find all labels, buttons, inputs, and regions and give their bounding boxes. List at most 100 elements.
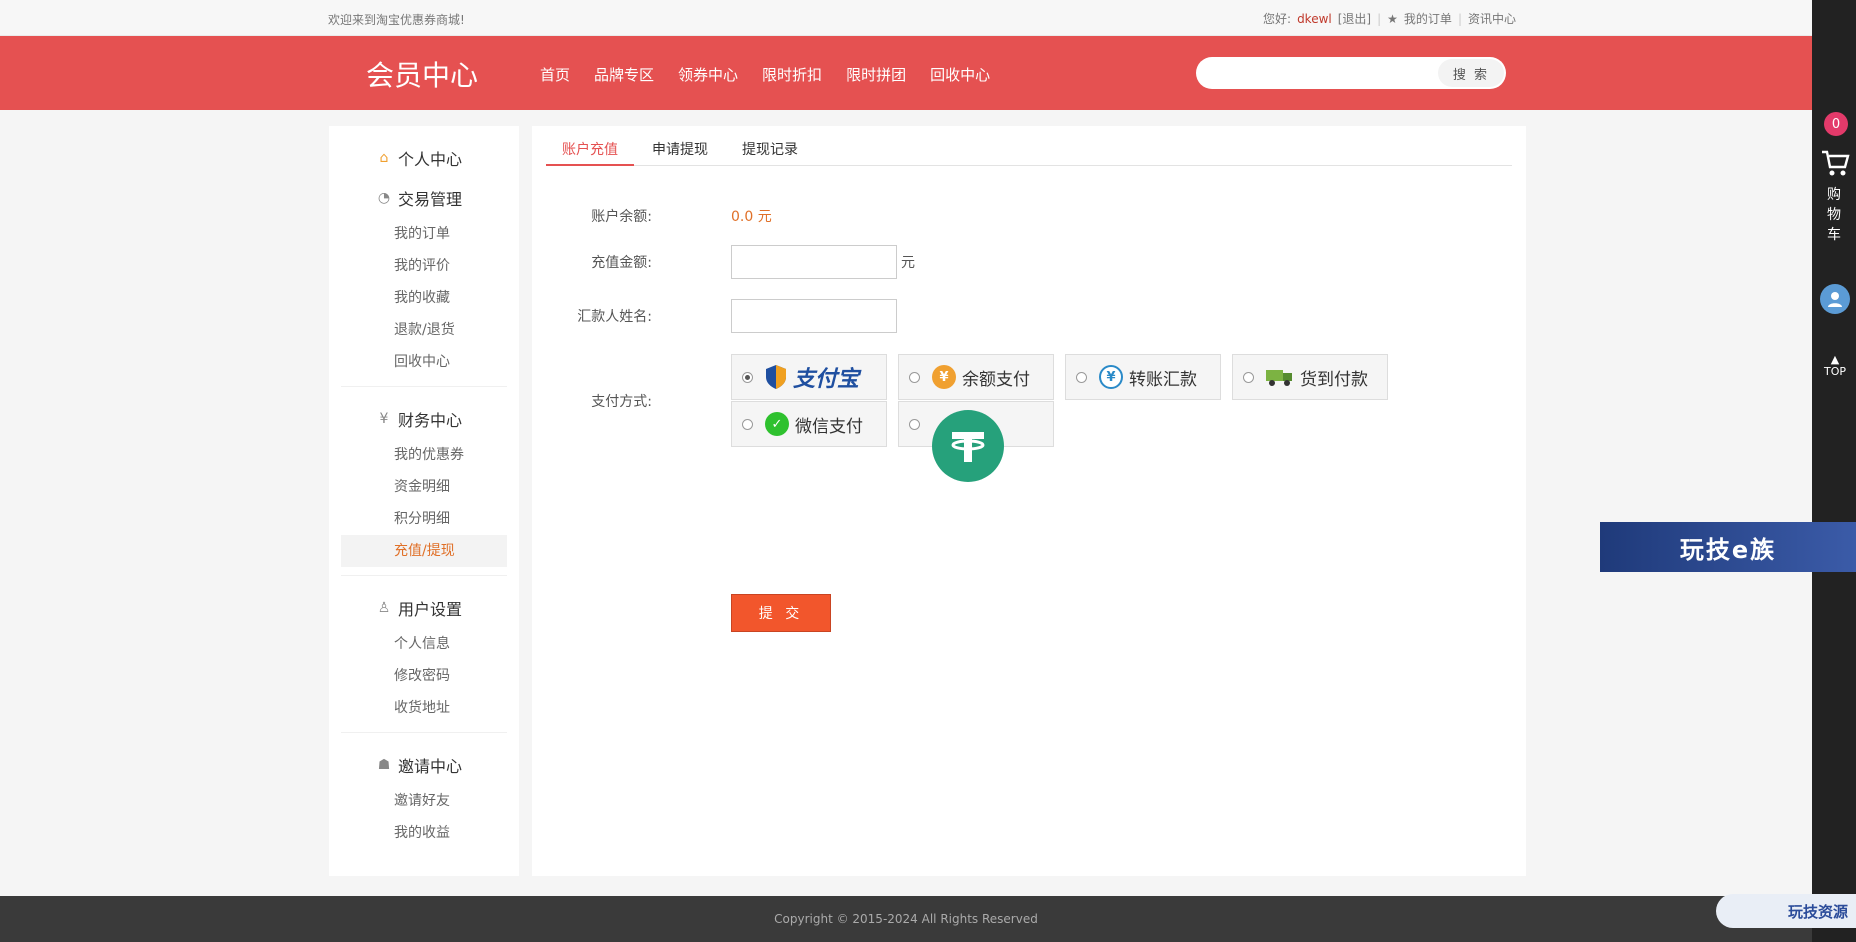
invite-icon: ☗ [377,757,391,773]
amount-row: 充值金额: 元 [532,245,1526,279]
nav-group-buy[interactable]: 限时拼团 [846,64,906,85]
greeting-text: 您好: [1263,12,1292,26]
top-bar: 欢迎来到淘宝优惠券商城! 您好: dkewl [退出] | ★ 我的订单 | 资… [0,0,1812,36]
sidebar-group-label: 交易管理 [398,190,463,209]
watermark-logo: 玩技资源 [1716,894,1856,928]
sidebar-item-points[interactable]: 积分明细 [341,503,507,535]
sidebar-item-my-reviews[interactable]: 我的评价 [341,250,507,282]
wechat-pay-icon: ✓ [765,412,789,436]
back-to-top-button[interactable]: ▲ TOP [1820,354,1850,378]
divider: | [1457,11,1462,26]
sidebar-group-label: 用户设置 [398,600,463,619]
nav-recycle[interactable]: 回收中心 [930,64,990,85]
sidebar-item-favorites[interactable]: 我的收藏 [341,282,507,314]
tab-bar: 账户充值 申请提现 提现记录 [546,140,1512,166]
sidebar-group-user-settings: ♙ 用户设置 个人信息 修改密码 收货地址 [341,588,507,733]
cod-label: 货到付款 [1300,369,1368,390]
sidebar-item-profile[interactable]: 个人信息 [341,628,507,660]
alipay-icon: 支付宝 [765,361,859,393]
search-button[interactable]: 搜 索 [1438,59,1504,87]
radio-usdt[interactable] [909,418,920,430]
usdt-icon [932,410,1004,482]
remitter-name-field[interactable] [731,299,897,333]
balance-row: 账户余额: 0.0 元 [532,206,1526,226]
transfer-label: 转账汇款 [1129,369,1197,390]
pay-method-label: 支付方式: [591,394,652,410]
transfer-icon: ¥ [1099,365,1123,389]
tether-logo [951,432,985,462]
news-link[interactable]: 资讯中心 [1468,10,1516,27]
name-row: 汇款人姓名: [532,299,1526,333]
wechat-logo: ✓ 微信支付 [765,412,863,437]
sidebar-item-refunds[interactable]: 退款/退货 [341,314,507,346]
customer-service-icon[interactable] [1820,284,1850,314]
top-label: TOP [1823,365,1846,378]
sidebar-item-invite-friends[interactable]: 邀请好友 [341,785,507,817]
radio-wechat[interactable] [742,418,753,430]
balance-pay-icon: ¥ [932,365,956,389]
sidebar-personal-center[interactable]: ⌂ 个人中心 [341,138,507,178]
page-title: 会员中心 [366,59,479,92]
search-box: 搜 索 [1196,57,1506,89]
nav-home[interactable]: 首页 [540,64,570,85]
sidebar-item-address[interactable]: 收货地址 [341,692,507,724]
radio-alipay[interactable] [742,371,753,383]
nav-coupons[interactable]: 领券中心 [678,64,738,85]
amount-label: 充值金额: [591,255,652,271]
cart-label[interactable]: 购物车 [1826,185,1842,245]
pay-option-cod[interactable]: 货到付款 [1232,354,1388,400]
amount-unit: 元 [901,255,915,271]
radio-transfer[interactable] [1076,371,1087,383]
amount-field[interactable] [731,245,897,279]
shield-icon [766,365,786,389]
radio-cod[interactable] [1243,371,1254,383]
finance-icon: ¥ [379,411,389,427]
username-link[interactable]: dkewl [1297,12,1332,26]
balance-pay-label: 余额支付 [962,369,1030,390]
sidebar-item-coupons[interactable]: 我的优惠券 [341,439,507,471]
user-icon [1828,292,1842,307]
tab-withdraw[interactable]: 申请提现 [636,140,724,166]
submit-button[interactable]: 提 交 [731,594,831,632]
nav-brand[interactable]: 品牌专区 [594,64,654,85]
sidebar-item-password[interactable]: 修改密码 [341,660,507,692]
sidebar-item-recharge[interactable]: 充值/提现 [341,535,507,567]
sidebar-group-trade: ◔ 交易管理 我的订单 我的评价 我的收藏 退款/退货 回收中心 [341,178,507,387]
header: 会员中心 首页 品牌专区 领券中心 限时折扣 限时拼团 回收中心 搜 索 [0,36,1812,110]
name-label: 汇款人姓名: [577,309,652,325]
promo-banner[interactable]: 玩技e族 [1600,522,1856,572]
pay-option-transfer[interactable]: ¥ 转账汇款 [1065,354,1221,400]
sidebar-group-title: ¥ 财务中心 [341,399,507,439]
nav-discount[interactable]: 限时折扣 [762,64,822,85]
sidebar-group-title: ◔ 交易管理 [341,178,507,218]
star-icon: ★ [1387,11,1398,26]
transfer-logo: ¥ 转账汇款 [1099,365,1197,390]
tab-withdraw-records[interactable]: 提现记录 [726,140,814,166]
balance-pay-logo: ¥ 余额支付 [932,365,1030,390]
sidebar-item-earnings[interactable]: 我的收益 [341,817,507,849]
pay-option-alipay[interactable]: 支付宝 [731,354,887,400]
tab-recharge[interactable]: 账户充值 [546,140,634,166]
sidebar-group-title: ☗ 邀请中心 [341,745,507,785]
sidebar-item-recycle[interactable]: 回收中心 [341,346,507,378]
trade-icon: ◔ [377,190,391,206]
balance-label: 账户余额: [591,209,652,225]
cod-icon [1266,370,1292,386]
pay-option-balance[interactable]: ¥ 余额支付 [898,354,1054,400]
sidebar-item-funds[interactable]: 资金明细 [341,471,507,503]
sidebar: ⌂ 个人中心 ◔ 交易管理 我的订单 我的评价 我的收藏 退款/退货 回收中心 … [329,126,519,876]
wechat-pay-label: 微信支付 [795,416,863,437]
copyright-text: Copyright © 2015-2024 All Rights Reserve… [774,912,1038,926]
search-input[interactable] [1196,57,1438,89]
sidebar-group-invite: ☗ 邀请中心 邀请好友 我的收益 [341,745,507,857]
my-orders-link[interactable]: 我的订单 [1404,10,1452,27]
radio-balance[interactable] [909,371,920,383]
right-sidebar: 0 购物车 ▲ TOP [1812,0,1856,942]
main-nav: 首页 品牌专区 领券中心 限时折扣 限时拼团 回收中心 [540,64,990,85]
logout-link[interactable]: [退出] [1338,10,1371,27]
sidebar-personal-center-label: 个人中心 [398,150,463,169]
pay-option-wechat[interactable]: ✓ 微信支付 [731,401,887,447]
sidebar-item-my-orders[interactable]: 我的订单 [341,218,507,250]
top-bar-links: 您好: dkewl [退出] | ★ 我的订单 | 资讯中心 [1263,10,1516,27]
cart-icon[interactable] [1820,148,1850,178]
